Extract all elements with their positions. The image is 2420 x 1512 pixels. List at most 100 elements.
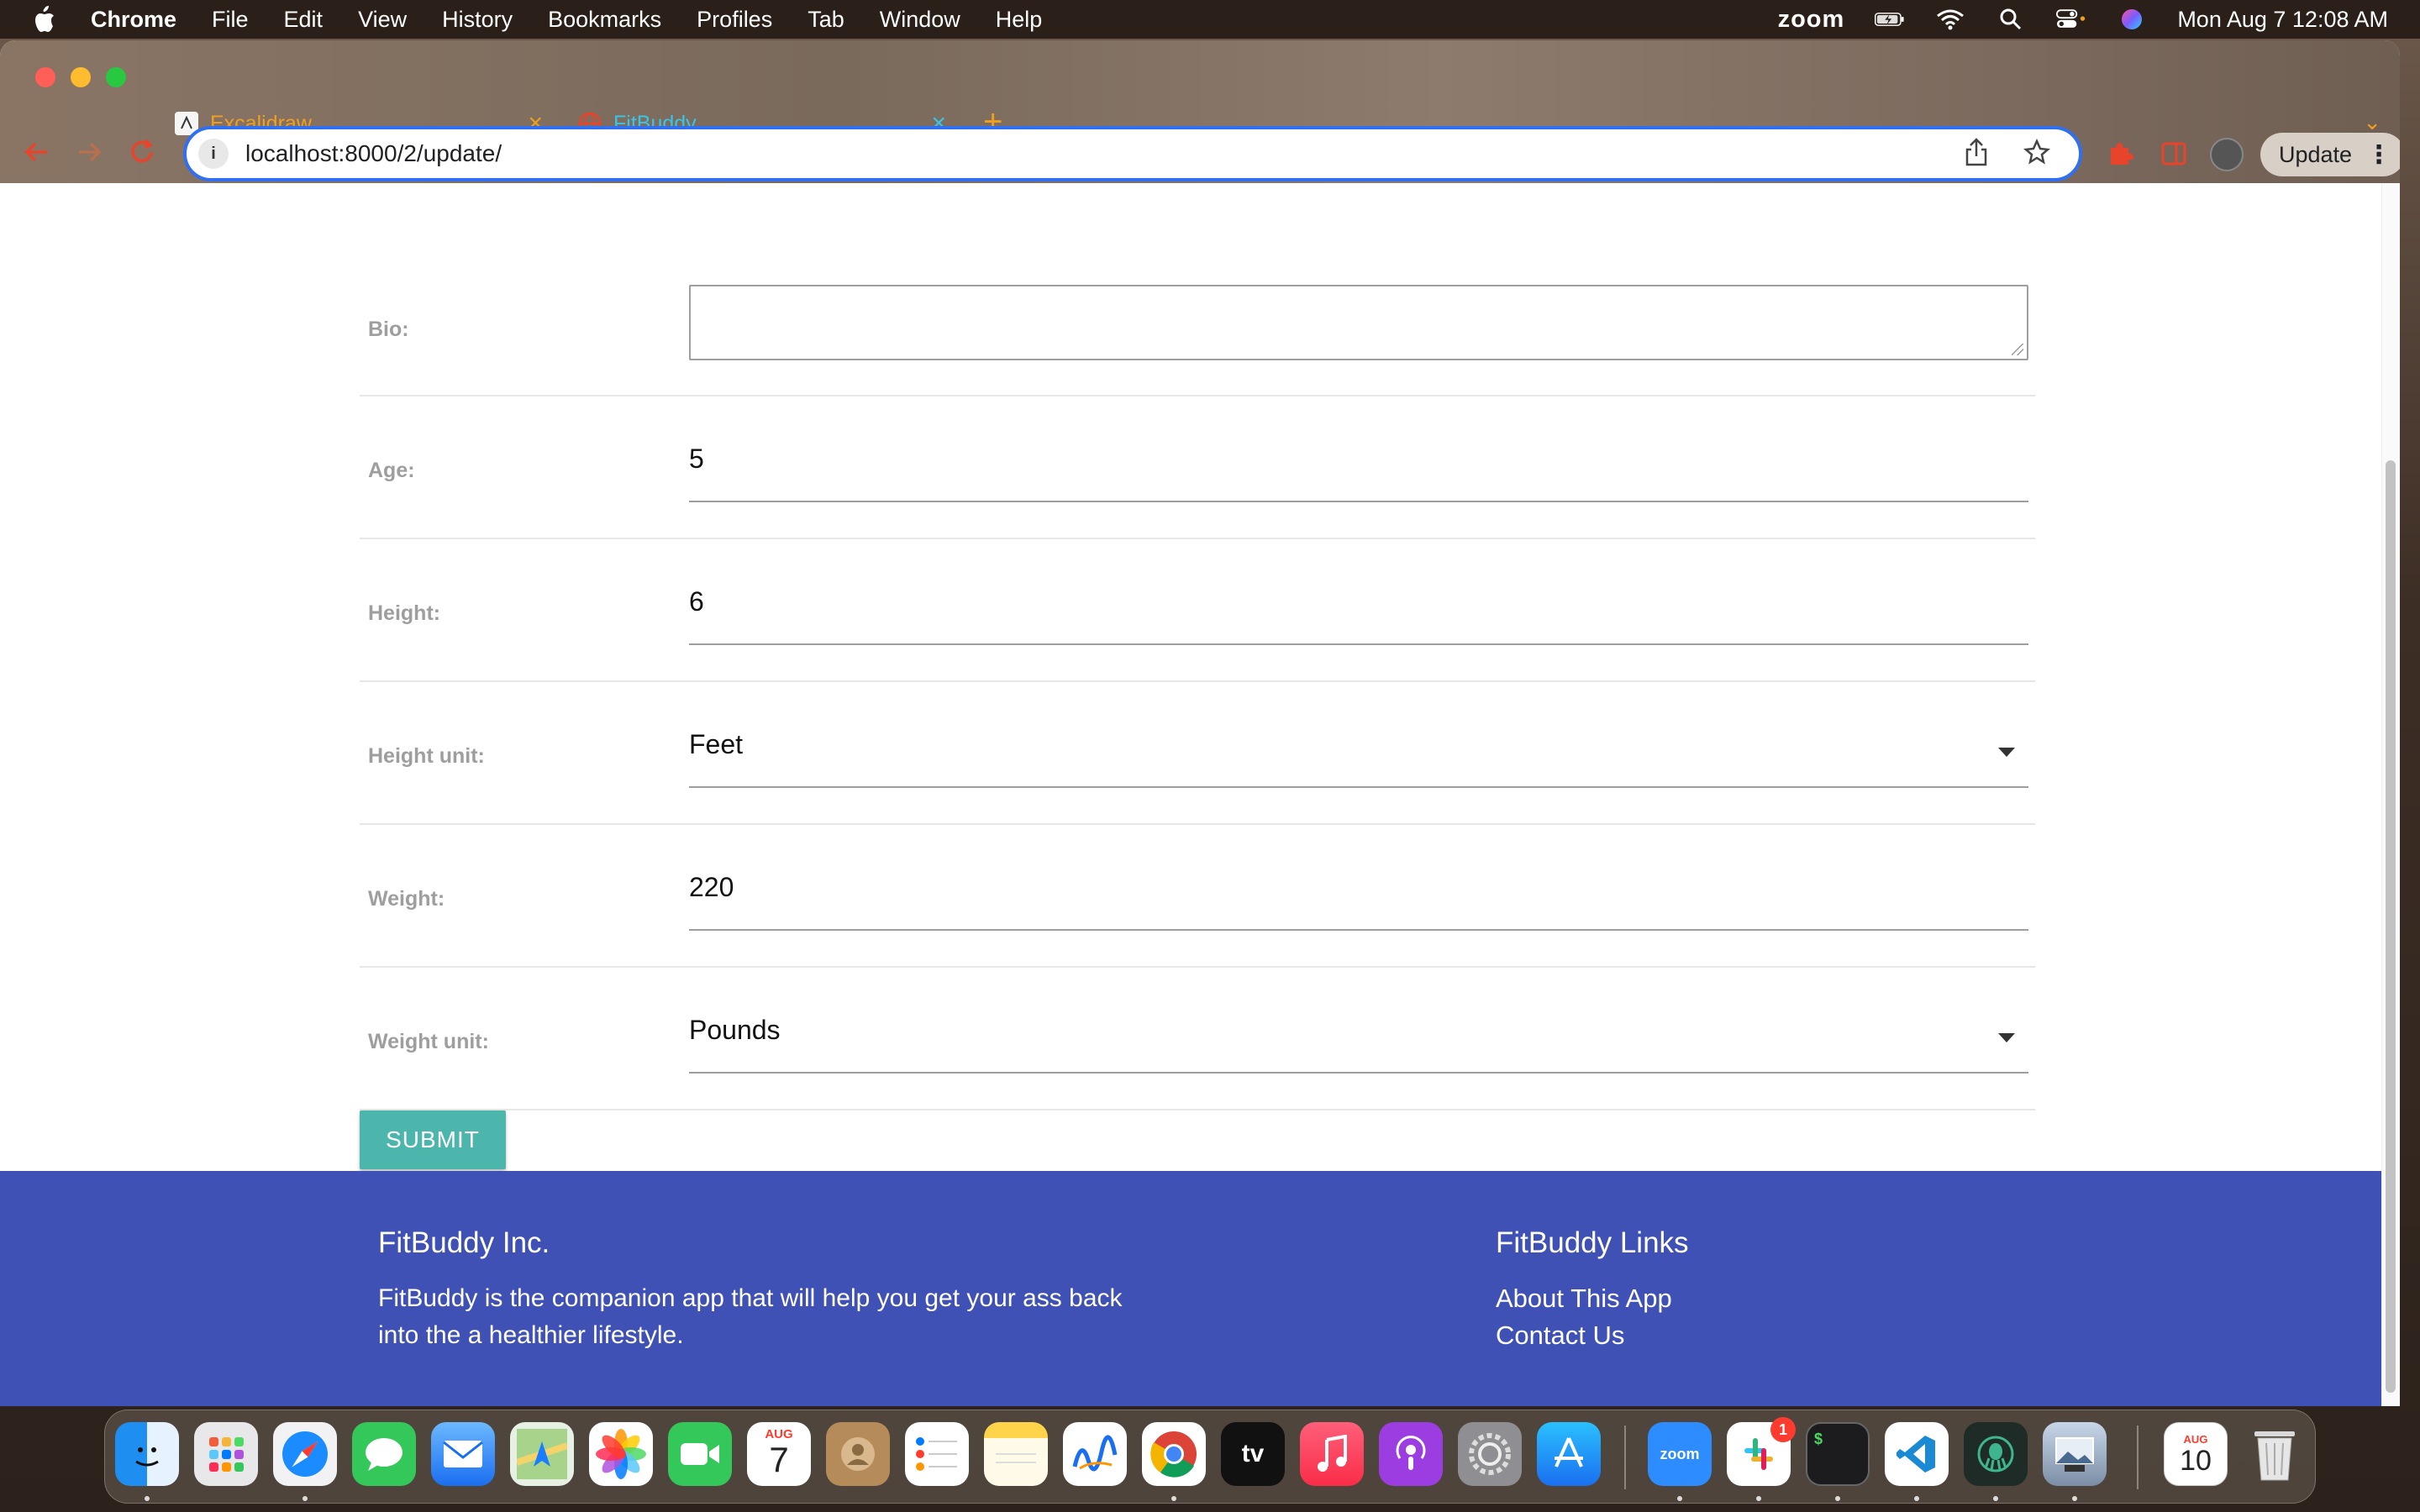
menu-file[interactable]: File xyxy=(212,7,249,33)
weight-input[interactable]: 220 xyxy=(689,872,734,903)
dropdown-caret-icon[interactable] xyxy=(1998,748,2015,757)
share-icon[interactable] xyxy=(1965,137,1988,171)
height-unit-underline xyxy=(689,748,2028,788)
menu-view[interactable]: View xyxy=(358,7,407,33)
age-underline xyxy=(689,501,2028,502)
site-info-icon[interactable]: i xyxy=(198,139,229,169)
menu-tab[interactable]: Tab xyxy=(808,7,844,33)
downloads-calendar-icon[interactable]: AUG 10 xyxy=(2164,1422,2228,1486)
running-indicator xyxy=(1835,1496,1840,1501)
scrollbar-thumb[interactable] xyxy=(2386,460,2396,1393)
age-label: Age: xyxy=(368,459,415,482)
height-unit-select[interactable]: Feet xyxy=(689,729,743,760)
photos-icon[interactable] xyxy=(589,1422,653,1486)
messages-icon[interactable] xyxy=(352,1422,416,1486)
spotlight-search-icon[interactable] xyxy=(1996,8,2026,31)
calendar-icon[interactable]: AUG 7 xyxy=(747,1422,811,1486)
running-indicator xyxy=(145,1496,150,1501)
running-indicator xyxy=(1171,1496,1176,1501)
menubar-clock[interactable]: Mon Aug 7 12:08 AM xyxy=(2177,7,2388,33)
maps-icon[interactable] xyxy=(510,1422,574,1486)
macos-menubar: Chrome File Edit View History Bookmarks … xyxy=(0,0,2420,39)
bookmark-star-icon[interactable] xyxy=(2023,138,2050,170)
menu-bookmarks[interactable]: Bookmarks xyxy=(548,7,661,33)
music-icon[interactable] xyxy=(1300,1422,1364,1486)
page-content: Bio: Age: 5 Height: 6 Height unit: Feet xyxy=(0,183,2400,1406)
forward-arrow-icon[interactable] xyxy=(76,138,104,171)
bio-textarea[interactable] xyxy=(689,285,2028,360)
facetime-icon[interactable] xyxy=(668,1422,732,1486)
resize-handle-icon[interactable] xyxy=(2012,344,2023,355)
control-center-icon[interactable] xyxy=(2056,8,2086,31)
url-text[interactable]: localhost:8000/2/update/ xyxy=(245,140,502,167)
chrome-update-button[interactable]: Update ⋮ xyxy=(2260,133,2400,176)
running-indicator xyxy=(1993,1496,1998,1501)
gitkraken-icon[interactable] xyxy=(1964,1422,2028,1486)
terminal-prompt: $ xyxy=(1814,1431,1823,1447)
apple-menu-icon[interactable] xyxy=(32,5,57,34)
notes-icon[interactable] xyxy=(984,1422,1048,1486)
contacts-icon[interactable] xyxy=(826,1422,890,1486)
footer-link-contact[interactable]: Contact Us xyxy=(1496,1320,1624,1351)
menu-app-name[interactable]: Chrome xyxy=(91,7,176,33)
bio-label: Bio: xyxy=(368,318,409,341)
app-store-icon[interactable] xyxy=(1537,1422,1601,1486)
height-unit-label: Height unit: xyxy=(368,744,485,768)
puzzle-extension-icon[interactable] xyxy=(2106,139,2136,168)
apple-tv-icon[interactable]: tv xyxy=(1221,1422,1285,1486)
system-settings-icon[interactable] xyxy=(1458,1422,1522,1486)
back-arrow-icon[interactable] xyxy=(22,138,50,171)
reading-list-icon[interactable] xyxy=(2160,139,2190,168)
battery-icon[interactable] xyxy=(1875,8,1905,31)
menu-profiles[interactable]: Profiles xyxy=(697,7,772,33)
weight-label: Weight: xyxy=(368,887,445,911)
slack-notification-badge: 1 xyxy=(1770,1417,1796,1442)
calendar-month: AUG xyxy=(2183,1432,2208,1446)
profile-update-form: Bio: Age: 5 Height: 6 Height unit: Feet xyxy=(360,183,2035,1110)
zoom-status-item[interactable]: zoom xyxy=(1778,6,1845,34)
menu-window[interactable]: Window xyxy=(880,7,960,33)
dock-separator xyxy=(1624,1425,1626,1489)
terminal-icon[interactable]: $ xyxy=(1806,1422,1870,1486)
vscode-icon[interactable] xyxy=(1885,1422,1949,1486)
maximize-window-button[interactable] xyxy=(106,67,126,87)
close-window-button[interactable] xyxy=(35,67,55,87)
chrome-menu-icon[interactable]: ⋮ xyxy=(2366,140,2391,170)
macos-dock: AUG 7 tv zoom 1 $ AUG 10 xyxy=(104,1410,2316,1504)
minimize-window-button[interactable] xyxy=(71,67,91,87)
chrome-window: Excalidraw × FitBuddy × + ⌄ i localhost:… xyxy=(0,40,2400,1406)
menu-history[interactable]: History xyxy=(442,7,513,33)
menu-help[interactable]: Help xyxy=(996,7,1043,33)
weight-unit-select[interactable]: Pounds xyxy=(689,1015,781,1046)
menu-edit[interactable]: Edit xyxy=(284,7,324,33)
running-indicator xyxy=(302,1496,308,1501)
podcasts-icon[interactable] xyxy=(1379,1422,1443,1486)
trash-icon[interactable] xyxy=(2243,1422,2307,1486)
running-indicator xyxy=(1677,1496,1682,1501)
reload-icon[interactable] xyxy=(128,138,156,171)
calendar-day: 7 xyxy=(769,1439,789,1479)
address-bar[interactable]: i localhost:8000/2/update/ xyxy=(183,126,2082,181)
update-label: Update xyxy=(2279,141,2353,167)
wifi-icon[interactable] xyxy=(1935,8,1965,31)
mail-icon[interactable] xyxy=(431,1422,495,1486)
preview-icon[interactable] xyxy=(2043,1422,2107,1486)
dropdown-caret-icon[interactable] xyxy=(1998,1033,2015,1042)
profile-avatar[interactable] xyxy=(2210,138,2244,171)
chrome-icon[interactable] xyxy=(1142,1422,1206,1486)
slack-icon[interactable]: 1 xyxy=(1727,1417,1796,1486)
page-scrollbar[interactable] xyxy=(2381,183,2400,1406)
height-underline xyxy=(689,643,2028,645)
zoom-app-icon[interactable]: zoom xyxy=(1648,1422,1712,1486)
submit-button[interactable]: SUBMIT xyxy=(360,1110,506,1169)
siri-icon[interactable] xyxy=(2117,8,2147,31)
launchpad-icon[interactable] xyxy=(194,1422,258,1486)
safari-icon[interactable] xyxy=(273,1422,337,1486)
footer-company-text: FitBuddy is the companion app that will … xyxy=(378,1284,1123,1349)
freeform-icon[interactable] xyxy=(1063,1422,1127,1486)
finder-icon[interactable] xyxy=(115,1422,179,1486)
age-input[interactable]: 5 xyxy=(689,444,704,475)
footer-link-about[interactable]: About This App xyxy=(1496,1284,1672,1314)
reminders-icon[interactable] xyxy=(905,1422,969,1486)
height-input[interactable]: 6 xyxy=(689,586,704,617)
